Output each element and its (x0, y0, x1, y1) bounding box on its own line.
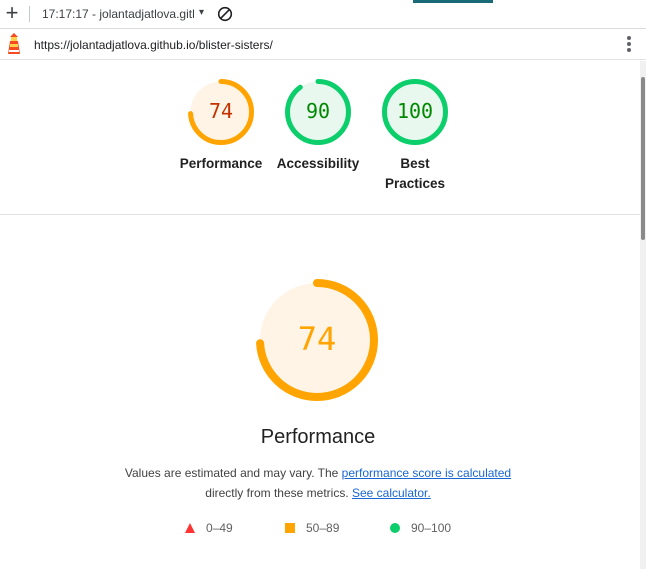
best-practices-score-value: 100 (396, 99, 434, 123)
performance-score-gauge[interactable]: 74 (188, 79, 254, 145)
performance-title: Performance (260, 426, 376, 448)
url-text[interactable]: https://jolantadjatlova.github.io/bliste… (34, 38, 273, 52)
circle-icon (390, 523, 400, 533)
performance-label[interactable]: Performance (171, 154, 271, 174)
accessibility-score-gauge[interactable]: 90 (285, 79, 351, 145)
performance-description: Values are estimated and may vary. The p… (80, 463, 556, 503)
legend-range: 0–49 (206, 521, 233, 535)
performance-detail-score: 74 (297, 320, 337, 358)
lighthouse-icon (8, 33, 20, 54)
best-practices-score-gauge[interactable]: 100 (382, 79, 448, 145)
legend-range: 90–100 (411, 521, 452, 535)
new-tab-button[interactable]: + (3, 2, 21, 24)
tab-title[interactable]: 17:17:17 - jolantadjatlova.gitl (42, 7, 195, 21)
section-divider (0, 214, 640, 215)
accessibility-score-value: 90 (305, 99, 331, 123)
best-practices-label-line1: Best (400, 156, 430, 171)
best-practices-label-line2: Practices (384, 176, 446, 191)
active-tab-indicator (413, 0, 493, 3)
triangle-icon (185, 523, 195, 533)
see-calculator-link[interactable]: See calculator. (352, 486, 431, 500)
square-icon (285, 523, 295, 533)
block-icon[interactable] (217, 6, 233, 22)
performance-score-value: 74 (208, 99, 234, 123)
tab-separator (29, 6, 30, 22)
tab-dropdown-icon[interactable]: ▾ (199, 7, 204, 18)
best-practices-label[interactable]: Best Practices (365, 154, 465, 194)
legend-range: 50–89 (306, 521, 340, 535)
more-menu-icon[interactable] (625, 35, 633, 53)
accessibility-label[interactable]: Accessibility (268, 154, 368, 174)
tab-strip: + 17:17:17 - jolantadjatlova.gitl ▾ (0, 0, 646, 29)
description-text-2: directly from these metrics. (205, 486, 352, 500)
scrollbar-thumb[interactable] (641, 77, 645, 240)
performance-detail-gauge: 74 (256, 279, 378, 401)
address-bar: https://jolantadjatlova.github.io/bliste… (0, 29, 646, 60)
score-calculated-link[interactable]: performance score is calculated (342, 466, 511, 480)
description-text-1: Values are estimated and may vary. The (124, 466, 342, 480)
